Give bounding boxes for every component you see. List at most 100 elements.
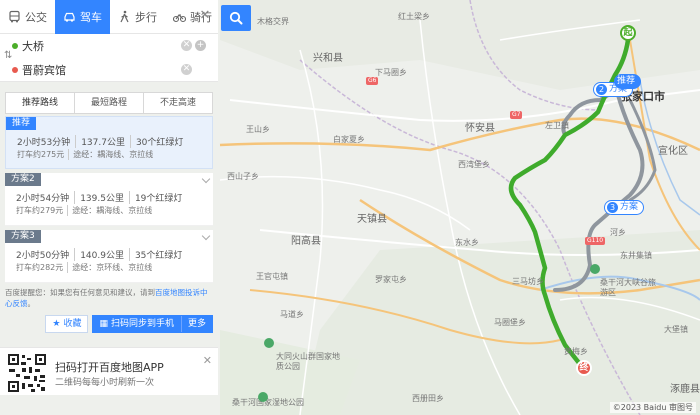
plan-tag: 方案3 — [5, 230, 41, 243]
close-icon[interactable]: ✕ — [203, 354, 212, 367]
map-label: 马道乡 — [280, 310, 304, 319]
map-label: 白家夏乡 — [333, 135, 365, 144]
plan-item-1[interactable]: 推荐 2小时53分钟 137.7公里 30个红绿灯 打车约275元 途经：耦海线… — [5, 116, 213, 169]
clear-end-icon[interactable]: ✕ — [181, 64, 192, 75]
start-dot-icon — [12, 43, 18, 49]
map-label: 王官屯镇 — [256, 272, 288, 281]
action-bar: ★ 收藏 ▦ 扫码同步到手机 更多 — [5, 315, 213, 334]
swap-icon[interactable]: ⇅ — [4, 50, 12, 61]
note-tail: 。 — [27, 299, 36, 308]
mode-bus[interactable]: 公交 — [0, 0, 55, 34]
tab-shortest[interactable]: 最短路程 — [75, 93, 144, 113]
favorite-label: 收藏 — [63, 319, 82, 329]
feedback-note: 百度提醒您：如果您有任何意见和建议，请到百度地图投诉中心反馈。 — [5, 287, 213, 309]
plan-lights: 30个红绿灯 — [129, 135, 188, 148]
send-to-phone-label: 扫码同步到手机 — [110, 319, 174, 329]
plan-distance: 137.7公里 — [75, 135, 130, 148]
walk-icon — [120, 10, 129, 23]
plan-via: 途经：京环线、京拉线 — [67, 262, 156, 273]
plan-item-3[interactable]: 方案3 2小时50分钟 140.9公里 35个红绿灯 打车约282元 途经：京环… — [5, 230, 213, 283]
end-field[interactable]: 晋蔚宾馆 ✕ — [0, 58, 218, 82]
map-label: 左卫镇 — [545, 121, 569, 130]
qr-small-icon: ▦ — [99, 319, 108, 329]
note-text: 百度提醒您：如果您有任何意见和建议，请到 — [5, 288, 155, 297]
plan-detail: 打车约282元 途经：京环线、京拉线 — [16, 262, 156, 273]
plan-fare: 打车约282元 — [16, 263, 64, 272]
scenic-spot-icon[interactable] — [590, 264, 600, 274]
mode-walk[interactable]: 步行 — [110, 0, 165, 34]
qr-card-title: 扫码打开百度地图APP — [55, 361, 164, 374]
map-label: 西山子乡 — [227, 172, 259, 181]
plan-detail: 打车约275元 途经：耦海线、京拉线 — [17, 149, 157, 160]
route-tag-recommended[interactable]: 推荐 — [614, 74, 642, 89]
plan-lights: 35个红绿灯 — [128, 248, 187, 261]
add-waypoint-icon[interactable]: + — [195, 40, 206, 51]
start-field[interactable]: 大桥 ✕ + — [0, 34, 218, 58]
map-label: 天镇县 — [357, 214, 387, 225]
route-strategy-tabs: 推荐路线 最短路程 不走高速 — [5, 92, 213, 114]
plan-time: 2小时53分钟 — [17, 138, 71, 148]
favorite-button[interactable]: ★ 收藏 — [45, 315, 89, 333]
mode-label: 公交 — [25, 10, 47, 24]
park-icon[interactable] — [264, 338, 274, 348]
route-inputs: 大桥 ✕ + 晋蔚宾馆 ✕ — [0, 34, 218, 82]
road-shield: G7 — [510, 111, 523, 119]
tab-no-highway[interactable]: 不走高速 — [144, 93, 212, 113]
chevron-down-icon[interactable] — [201, 174, 211, 184]
map-label: 大堡镇 — [664, 325, 688, 334]
plan-lights: 19个红绿灯 — [128, 191, 187, 204]
send-to-phone-button[interactable]: ▦ 扫码同步到手机 更多 — [92, 315, 213, 333]
search-button[interactable] — [221, 5, 251, 31]
plan-fare: 打车约275元 — [17, 150, 65, 159]
plan-tag: 方案2 — [5, 173, 41, 186]
map-label: 东井集镇 — [620, 251, 652, 260]
route-tag-label: 方案 — [620, 202, 639, 212]
mode-car[interactable]: 驾车 — [55, 0, 110, 34]
map-label: 东水乡 — [455, 238, 479, 247]
travel-mode-bar: 公交 驾车 步行 骑行 ✕ — [0, 0, 218, 34]
car-icon — [64, 12, 75, 22]
start-field-value: 大桥 — [22, 40, 44, 53]
map-label: 大同火山群国家地质公园 — [276, 352, 340, 371]
plan-via: 途经：耦海线、京拉线 — [68, 149, 157, 160]
plan-summary: 2小时50分钟 140.9公里 35个红绿灯 — [16, 248, 187, 261]
route-tag-label: 推荐 — [617, 76, 636, 86]
close-icon[interactable]: ✕ — [198, 9, 212, 23]
plan-tag: 推荐 — [6, 117, 37, 130]
plan-time: 2小时54分钟 — [16, 194, 70, 204]
clear-start-icon[interactable]: ✕ — [181, 40, 192, 51]
map-label: 木格交界 — [257, 17, 289, 26]
tab-recommended[interactable]: 推荐路线 — [6, 93, 75, 113]
map-label: 马圈堡乡 — [494, 318, 526, 327]
qr-card-subtitle: 二维码每每小时刷新一次 — [55, 378, 155, 388]
start-marker-icon[interactable]: 起 — [620, 25, 636, 41]
map-label: 王山乡 — [246, 125, 270, 134]
qr-code-icon[interactable] — [7, 353, 47, 393]
end-dot-icon — [12, 67, 18, 73]
plan-number: 3 — [607, 202, 618, 213]
route-panel: 公交 驾车 步行 骑行 ✕ 大桥 ✕ + 晋蔚宾馆 ✕ ⇅ 推荐路线 最短路程 … — [0, 0, 218, 334]
map-label: 桑干河大峡谷旅游区 — [600, 278, 656, 297]
star-icon: ★ — [52, 319, 61, 329]
plan-distance: 140.9公里 — [74, 248, 129, 261]
map-label: 西湾堡乡 — [458, 160, 490, 169]
park-icon[interactable] — [258, 392, 268, 402]
map-copyright: ©2023 Baidu 审图号 — [609, 402, 696, 413]
plan-number: 2 — [596, 84, 607, 95]
map-label: 下马圈乡 — [375, 68, 407, 77]
more-button[interactable]: 更多 — [180, 316, 212, 332]
map-label: 罗家屯乡 — [375, 275, 407, 284]
route-tag-plan-3[interactable]: 3 方案 — [604, 200, 645, 215]
end-marker-icon[interactable]: 终 — [576, 360, 592, 376]
map-label: 怀安县 — [465, 123, 495, 134]
map-label: 阳高县 — [291, 236, 321, 247]
route-plans: 推荐 2小时53分钟 137.7公里 30个红绿灯 打车约275元 途经：耦海线… — [5, 116, 213, 283]
plan-via: 途经：耦海线、京拉线 — [67, 205, 156, 216]
map-label: 西册田乡 — [412, 394, 444, 403]
app-qr-card: 扫码打开百度地图APP 二维码每每小时刷新一次 ✕ — [0, 347, 218, 395]
plan-item-2[interactable]: 方案2 2小时54分钟 139.5公里 19个红绿灯 打车约279元 途经：耦海… — [5, 173, 213, 226]
bike-icon — [173, 14, 186, 23]
mode-label: 步行 — [135, 10, 157, 24]
map-label: 兴和县 — [313, 53, 343, 64]
chevron-down-icon[interactable] — [201, 231, 211, 241]
